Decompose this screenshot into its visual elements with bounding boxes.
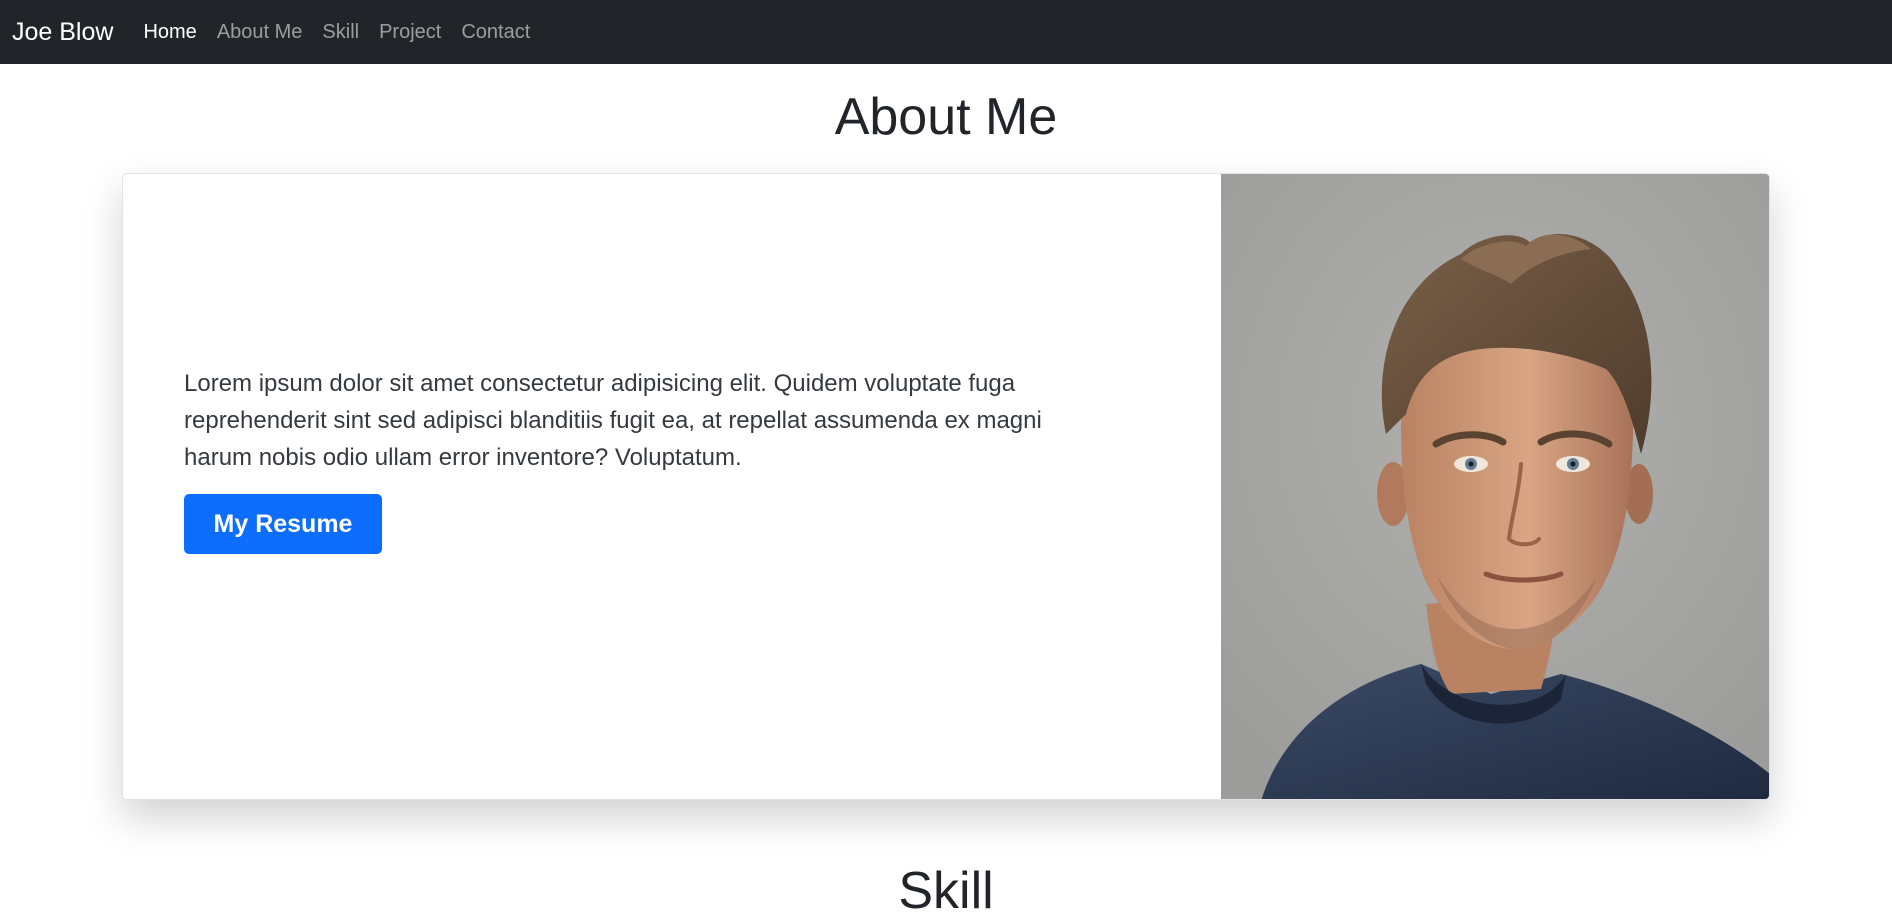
navbar: Joe Blow Home About Me Skill Project Con… — [0, 0, 1892, 64]
about-section-title: About Me — [834, 88, 1058, 146]
nav-link-skill[interactable]: Skill — [322, 22, 359, 42]
my-resume-button[interactable]: My Resume — [184, 494, 382, 554]
nav-link-home[interactable]: Home — [143, 22, 196, 42]
skill-section-title: Skill — [898, 862, 994, 920]
nav-link-about-me[interactable]: About Me — [217, 22, 303, 42]
about-card: Lorem ipsum dolor sit amet consectetur a… — [122, 173, 1770, 800]
about-text: Lorem ipsum dolor sit amet consectetur a… — [184, 370, 1042, 471]
about-card-body: Lorem ipsum dolor sit amet consectetur a… — [123, 174, 1221, 799]
nav-link-project[interactable]: Project — [379, 22, 441, 42]
portrait-illustration — [1220, 174, 1769, 799]
nav-links: Home About Me Skill Project Contact — [143, 22, 550, 42]
nav-link-contact[interactable]: Contact — [461, 22, 530, 42]
profile-photo — [1220, 174, 1769, 799]
brand-link[interactable]: Joe Blow — [12, 19, 113, 45]
